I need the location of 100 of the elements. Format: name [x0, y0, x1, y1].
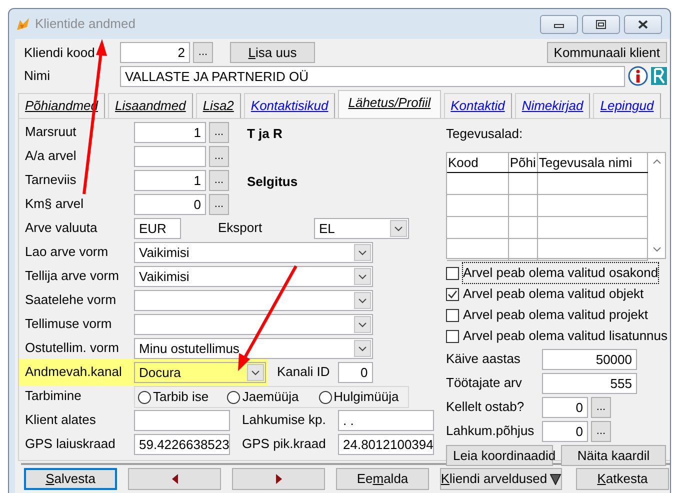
maximize-icon [596, 20, 606, 28]
logo-icon [650, 66, 668, 86]
input-field[interactable]: VALLASTE JA PARTNERID OÜ [120, 66, 625, 86]
field-label: GPS pik.kraad [242, 435, 327, 453]
input-field[interactable]: 0 [542, 396, 588, 418]
chevron-down-icon [358, 322, 367, 328]
chevron-down-icon [358, 250, 367, 256]
dropdown-triangle-icon [550, 474, 562, 484]
checkbox[interactable] [446, 308, 459, 322]
input-field[interactable]: 1 [134, 122, 206, 143]
tab[interactable]: Lepingud [593, 93, 661, 118]
field-label: Nimi [24, 67, 51, 86]
column-header: Kood [447, 152, 508, 172]
checkbox[interactable] [446, 288, 459, 300]
field-label: Lahkumise kp. [242, 411, 327, 429]
field-label: Saatelehe vorm [25, 291, 118, 309]
tab[interactable]: Nimekirjad [514, 93, 590, 118]
chevron-down-icon [251, 370, 260, 376]
input-field[interactable]: 24.8012100394 [338, 434, 434, 455]
add-new-button[interactable]: Lisa uus [230, 42, 315, 63]
input-field[interactable]: 50000 [542, 348, 637, 370]
chevron-down-icon [358, 346, 367, 352]
lookup-button[interactable]: ... [591, 396, 611, 418]
check-icon [447, 288, 458, 300]
action-button[interactable]: Eemalda [336, 468, 429, 490]
field-label: Tellija arve vorm [25, 267, 120, 285]
input-field[interactable]: 0 [338, 362, 373, 383]
radio-option[interactable]: Hulgimüüja [318, 387, 408, 407]
tab[interactable]: Lisa2 [196, 93, 241, 118]
app-icon [15, 16, 31, 32]
field-label: Lahkum.põhjus [446, 422, 536, 440]
field-label: Kellelt ostab? [446, 398, 526, 416]
dropdown[interactable]: EL [314, 218, 409, 239]
tab[interactable]: Lähetus/Profiil [338, 90, 441, 118]
radio-option[interactable]: Jaemüüja [227, 387, 319, 407]
utility-client-button[interactable]: Kommunaali klient [546, 42, 667, 63]
right-triangle-icon [276, 474, 282, 484]
input-field[interactable]: 0 [134, 194, 206, 215]
tab[interactable]: Kontaktid [444, 93, 512, 118]
field-label: Marsruut [25, 123, 78, 141]
input-field[interactable]: EUR [134, 218, 181, 239]
action-button[interactable]: Salvesta [24, 468, 117, 490]
lookup-button[interactable]: ... [209, 170, 229, 191]
left-triangle-icon [172, 474, 178, 484]
input-field[interactable]: 0 [542, 420, 588, 442]
minimize-button[interactable] [540, 14, 578, 34]
chevron-down-icon [394, 226, 403, 232]
dropdown[interactable]: Docura [134, 362, 266, 383]
window-title: Klientide andmed [35, 15, 136, 34]
radio-option[interactable]: Tarbib ise [138, 387, 228, 407]
field-label: A/a arvel [25, 147, 78, 165]
input-field[interactable]: . . [338, 410, 434, 431]
input-field[interactable]: 555 [542, 372, 637, 394]
lookup-button[interactable]: ... [591, 420, 611, 442]
field-label: Ostutellim. vorm [25, 339, 120, 357]
checkbox-label[interactable]: Arvel peab olema valitud objekt [463, 284, 644, 304]
input-field[interactable]: 2 [120, 42, 190, 63]
dropdown[interactable]: Vaikimisi [134, 266, 373, 287]
field-label: Tarneviis [25, 171, 78, 189]
field-label: Lao arve vorm [25, 243, 110, 261]
checkbox-label[interactable]: Arvel peab olema valitud lisatunnus [463, 326, 668, 346]
close-button[interactable] [624, 14, 662, 34]
dropdown[interactable]: Minu ostutellimus [134, 338, 373, 359]
dropdown[interactable]: Vaikimisi [134, 242, 373, 263]
column-header: Tegevusala nimi [537, 152, 648, 172]
lookup-button[interactable]: ... [209, 146, 229, 167]
map-button[interactable]: Leia koordinaadid [446, 444, 553, 466]
field-label: Kliendi kood [24, 44, 96, 62]
lookup-button[interactable]: ... [193, 42, 213, 63]
lookup-button[interactable]: ... [209, 194, 229, 215]
tab[interactable]: Kontaktisikud [244, 93, 336, 118]
field-label: Klient alates [25, 411, 97, 429]
checkbox-label[interactable]: Arvel peab olema valitud projekt [463, 305, 648, 325]
field-label: Kanali ID [277, 363, 330, 381]
checkbox-label[interactable]: Arvel peab olema valitud osakond [463, 263, 658, 283]
column-header: Põhi [508, 152, 538, 172]
lookup-button[interactable]: ... [209, 122, 229, 143]
info-icon [628, 66, 648, 86]
menu-button[interactable]: Kliendi arveldused [440, 468, 562, 490]
scroll-down-icon [652, 246, 661, 252]
field-label: Tarbimine [25, 387, 82, 405]
close-icon [638, 20, 648, 28]
field-label: Tegevusalad: [446, 125, 524, 143]
checkbox[interactable] [446, 330, 459, 342]
field-label: Andmevah.kanal [25, 363, 123, 381]
chevron-down-icon [358, 298, 367, 304]
input-field[interactable] [134, 146, 206, 167]
field-label: Arve valuuta [25, 219, 98, 237]
field-label: Km§ arvel [25, 195, 85, 213]
input-field[interactable]: 1 [134, 170, 206, 191]
map-button[interactable]: Näita kaardil [561, 444, 666, 466]
input-field[interactable]: 59.4226638523 [134, 434, 230, 455]
scroll-up-icon [652, 158, 661, 164]
field-label: Käive aastas [446, 350, 522, 368]
checkbox[interactable] [446, 266, 459, 280]
field-label: Töötajate arv [446, 374, 523, 392]
action-button[interactable]: Katkesta [576, 468, 669, 490]
tab[interactable]: Lisaandmed [108, 93, 193, 118]
maximize-button[interactable] [582, 14, 620, 34]
input-field[interactable] [134, 410, 230, 431]
